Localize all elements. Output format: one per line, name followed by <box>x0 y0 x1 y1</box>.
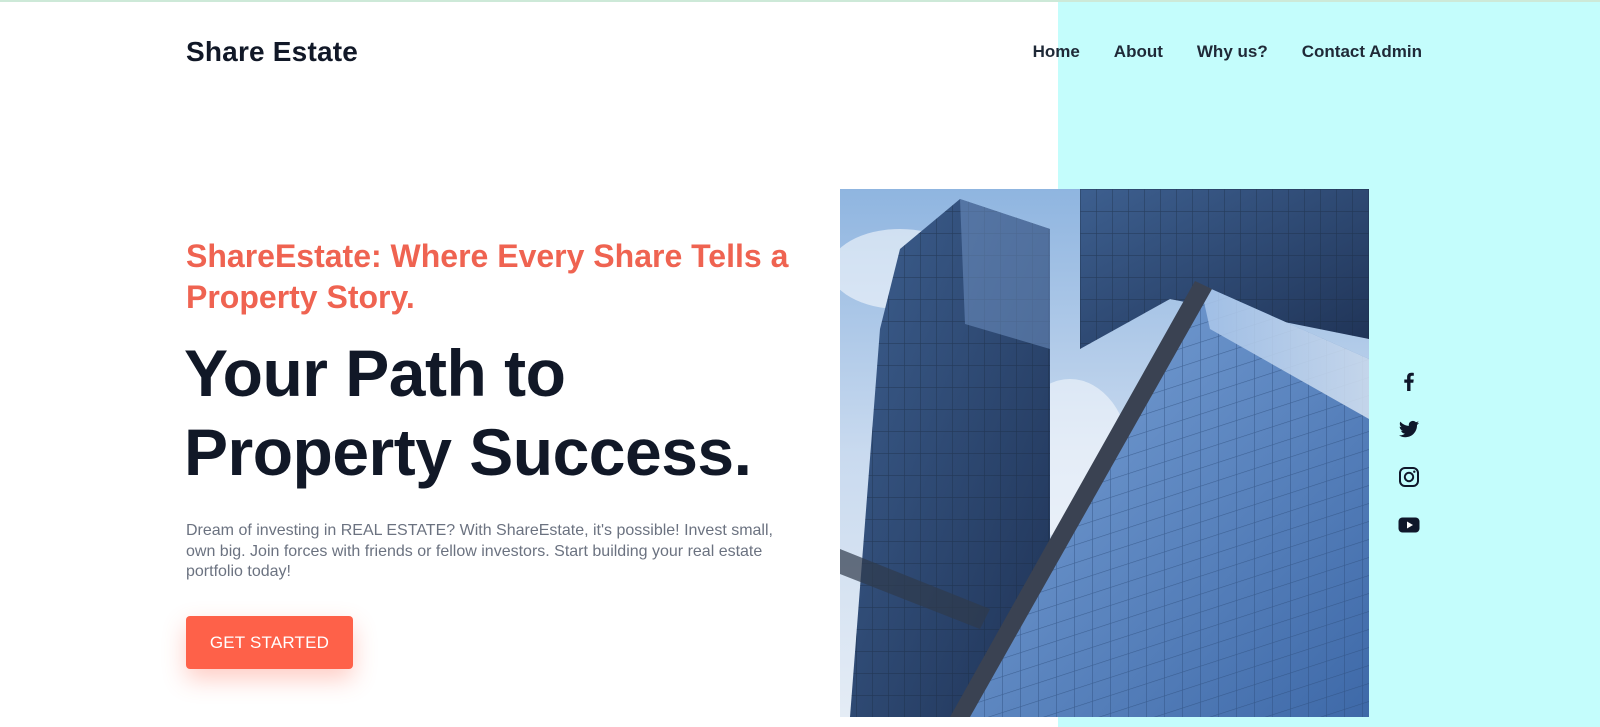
skyscrapers-photo <box>840 189 1369 717</box>
hero-headline: Your Path to Property Success. <box>184 334 824 492</box>
hero-description: Dream of investing in REAL ESTATE? With … <box>186 522 773 580</box>
hero-tagline: ShareEstate: Where Every Share Tells a P… <box>186 238 789 315</box>
hero-headline-line-2: Property Success. <box>184 415 752 489</box>
nav-about[interactable]: About <box>1114 42 1163 62</box>
site-logo[interactable]: Share Estate <box>186 36 358 68</box>
main-nav: Home About Why us? Contact Admin <box>1033 42 1422 62</box>
twitter-icon <box>1399 420 1419 438</box>
hero-image <box>840 189 1369 717</box>
landing-page: Share Estate Home About Why us? Contact … <box>0 0 1600 727</box>
facebook-link[interactable] <box>1396 368 1422 394</box>
hero-headline-line-1: Your Path to <box>184 336 566 410</box>
social-links <box>1396 368 1422 538</box>
facebook-icon <box>1404 372 1414 391</box>
get-started-button[interactable]: GET STARTED <box>186 616 353 669</box>
youtube-link[interactable] <box>1396 512 1422 538</box>
nav-why-us[interactable]: Why us? <box>1197 42 1268 62</box>
nav-contact-admin[interactable]: Contact Admin <box>1302 42 1422 62</box>
instagram-icon <box>1399 467 1419 487</box>
twitter-link[interactable] <box>1396 416 1422 442</box>
youtube-icon <box>1398 517 1420 533</box>
nav-home[interactable]: Home <box>1033 42 1080 62</box>
instagram-link[interactable] <box>1396 464 1422 490</box>
